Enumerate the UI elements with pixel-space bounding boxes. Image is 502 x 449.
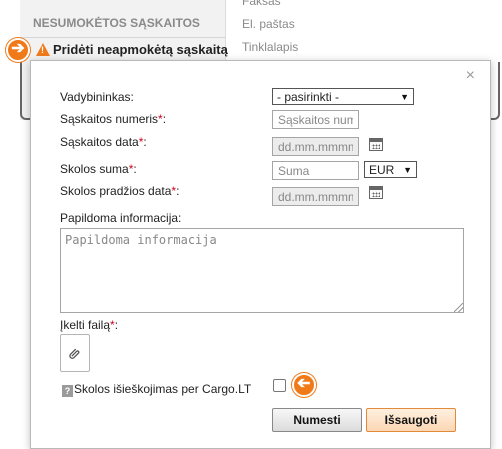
invoice-date-label: Sąskaitos data*:: [60, 135, 147, 149]
close-icon[interactable]: ×: [466, 68, 475, 84]
save-button[interactable]: Išsaugoti: [366, 408, 456, 432]
currency-select-value: EUR: [369, 162, 395, 177]
calendar-icon[interactable]: [369, 138, 383, 151]
unpaid-invoices-heading: NESUMOKĖTOS SĄSKAITOS: [33, 16, 200, 30]
email-label: El. paštas: [242, 17, 295, 31]
chevron-down-icon: ▼: [400, 91, 409, 102]
arrow-right-callout-icon: ➔: [6, 38, 30, 62]
chevron-down-icon: ▼: [403, 164, 412, 175]
debt-start-date-input[interactable]: [272, 187, 359, 206]
invoice-number-input[interactable]: [272, 110, 359, 129]
add-invoice-dialog: × Vadybininkas: - pasirinkti - ▼ Sąskait…: [30, 60, 491, 449]
website-label: Tinklalapis: [242, 40, 299, 54]
manager-label: Vadybininkas:: [60, 90, 134, 104]
paperclip-icon: [69, 348, 80, 359]
add-unpaid-invoice-link[interactable]: ! Pridėti neapmokėtą sąskaitą: [36, 42, 228, 57]
section-divider: [20, 37, 226, 38]
upload-file-label: Įkelti failą*:: [60, 318, 119, 332]
collection-checkbox-label: Skolos išieškojimas per Cargo.LT: [74, 382, 252, 396]
currency-select[interactable]: EUR ▼: [364, 161, 417, 178]
debt-amount-input[interactable]: [272, 161, 359, 180]
upload-file-button[interactable]: [60, 334, 90, 372]
debt-start-date-label: Skolos pradžios data*:: [60, 184, 180, 198]
resize-grip-icon[interactable]: [454, 303, 463, 312]
cancel-button[interactable]: Numesti: [272, 408, 362, 432]
invoice-number-label: Sąskaitos numeris*:: [60, 112, 167, 126]
calendar-icon[interactable]: [369, 186, 383, 199]
collection-checkbox[interactable]: [273, 379, 286, 392]
additional-info-textarea[interactable]: [60, 228, 464, 313]
warning-icon: !: [36, 43, 50, 56]
help-icon[interactable]: ?: [62, 385, 73, 397]
invoice-date-input[interactable]: [272, 137, 359, 156]
manager-select-value: - pasirinkti -: [277, 89, 340, 104]
manager-select[interactable]: - pasirinkti - ▼: [272, 88, 414, 105]
arrow-left-callout-icon: ➔: [292, 373, 316, 397]
additional-info-label: Papildoma informacija:: [60, 211, 182, 225]
add-unpaid-invoice-label: Pridėti neapmokėtą sąskaitą: [53, 42, 228, 57]
debt-amount-label: Skolos suma*:: [60, 162, 137, 176]
fax-label: Faksas: [242, 0, 281, 8]
